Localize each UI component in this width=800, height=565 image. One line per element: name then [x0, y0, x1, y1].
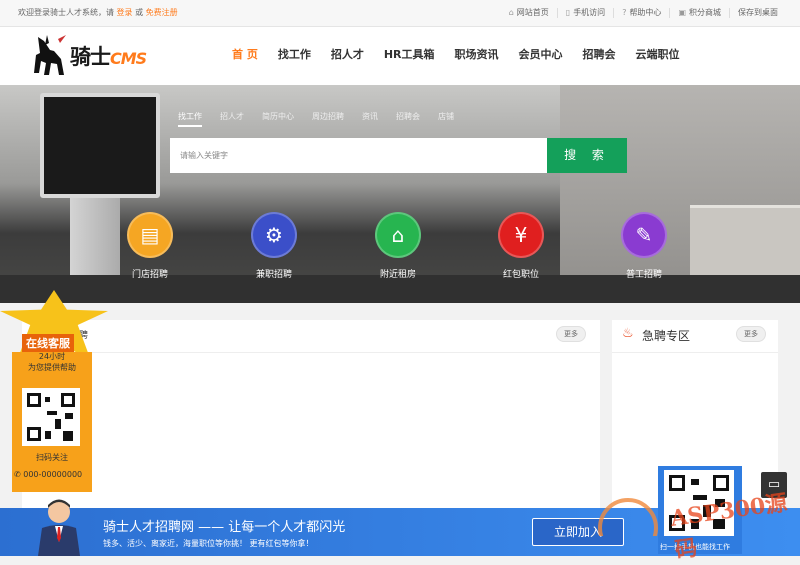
panel-divider — [22, 352, 600, 353]
courier-icon: ⚙ — [251, 212, 297, 258]
feature-red-packet-jobs[interactable]: ¥ 红包职位 — [481, 212, 561, 280]
top-bar: 欢迎登录骑士人才系统，请 登录 或 免费注册 ⌂ 网站首页 ▯ 手机访问 ? 帮助中心… — [0, 0, 800, 27]
service-hours: 24小时 为您提供帮助 — [12, 351, 92, 373]
service-phone[interactable]: ✆ 000-00000000 — [14, 470, 94, 479]
feature-label: 红包职位 — [502, 270, 539, 280]
top-links: ⌂ 网站首页 ▯ 手机访问 ? 帮助中心 ▣ 积分商城 保存到桌面 — [501, 0, 786, 18]
feature-nearby-rental[interactable]: ⌂ 附近租房 — [358, 212, 438, 280]
banner-headline: 骑士人才招聘网 —— 让每一个人才都闪光 — [103, 520, 346, 535]
knight-logo-icon — [34, 35, 66, 75]
search-tab-shop[interactable]: 店铺 — [438, 111, 454, 127]
top-link-mobile[interactable]: ▯ 手机访问 — [556, 8, 613, 18]
businessman-icon — [38, 499, 80, 556]
search-tabs: 找工作 招人才 简历中心 周边招聘 资讯 招聘会 店铺 — [178, 111, 472, 127]
feature-label: 门店招聘 — [131, 270, 168, 280]
store-icon: ▤ — [127, 212, 173, 258]
search-tab-talent[interactable]: 招人才 — [220, 111, 244, 127]
help-icon: ? — [622, 8, 627, 17]
nav-cloud-jobs[interactable]: 云端职位 — [626, 27, 690, 85]
service-hours-text: 24小时 — [38, 352, 66, 361]
nav-career-news[interactable]: 职场资讯 — [445, 27, 509, 85]
nav-find-job[interactable]: 找工作 — [268, 27, 321, 85]
feature-label: 兼职招聘 — [255, 270, 292, 280]
nav-find-talent[interactable]: 招人才 — [321, 27, 374, 85]
phone-icon: ✆ — [14, 470, 24, 479]
register-link[interactable]: 免费注册 — [146, 8, 178, 17]
top-link-desktop[interactable]: 保存到桌面 — [729, 8, 786, 18]
home-icon: ⌂ — [508, 8, 514, 17]
nav-home[interactable]: 首 页 — [222, 27, 268, 85]
login-link[interactable]: 登录 — [117, 8, 133, 17]
fire-icon: ♨ — [622, 326, 634, 341]
feature-label: 普工招聘 — [625, 270, 662, 280]
nav-hr-toolbox[interactable]: HR工具箱 — [374, 27, 445, 85]
job-list-panel: 招聘 更多 — [22, 320, 600, 508]
top-link-help[interactable]: ? 帮助中心 — [613, 8, 669, 18]
hero-banner: 找工作 招人才 简历中心 周边招聘 资讯 招聘会 店铺 请输入关键字 搜 索 ▤… — [0, 85, 800, 303]
feature-general-worker-jobs[interactable]: ✎ 普工招聘 — [604, 212, 684, 280]
top-link-mall[interactable]: ▣ 积分商城 — [669, 8, 729, 18]
site-logo[interactable]: 骑士CMS — [30, 33, 160, 79]
search-tab-nearby[interactable]: 周边招聘 — [312, 111, 344, 127]
search-tab-news[interactable]: 资讯 — [362, 111, 378, 127]
search-input[interactable]: 请输入关键字 — [170, 138, 548, 173]
nav-member-center[interactable]: 会员中心 — [509, 27, 573, 85]
house-icon: ⌂ — [375, 212, 421, 258]
logo-text: 骑士CMS — [70, 44, 147, 69]
site-header: 骑士CMS 首 页 找工作 招人才 HR工具箱 职场资讯 会员中心 招聘会 云端… — [0, 27, 800, 85]
welcome-text: 欢迎登录骑士人才系统，请 登录 或 免费注册 — [18, 0, 178, 26]
mobile-icon: ▯ — [565, 8, 571, 17]
urgent-jobs-title: 急聘专区 — [642, 329, 691, 343]
search-tab-fair[interactable]: 招聘会 — [396, 111, 420, 127]
search-tab-resume[interactable]: 简历中心 — [262, 111, 294, 127]
welcome-prefix: 欢迎登录骑士人才系统，请 — [18, 8, 114, 17]
service-qr-code — [22, 388, 80, 446]
banner-subline: 钱多、活少、离家近，海量职位等你挑！ 更有红包等你拿！ — [103, 539, 314, 548]
feature-store-jobs[interactable]: ▤ 门店招聘 — [110, 212, 190, 280]
mall-icon: ▣ — [678, 8, 686, 17]
worker-icon: ✎ — [621, 212, 667, 258]
nav-job-fair[interactable]: 招聘会 — [573, 27, 626, 85]
yen-icon: ¥ — [498, 212, 544, 258]
service-desc-text: 为您提供帮助 — [28, 363, 76, 372]
feature-label: 附近租房 — [379, 270, 416, 280]
scan-follow-text: 扫码关注 — [36, 453, 68, 462]
main-nav: 首 页 找工作 招人才 HR工具箱 职场资讯 会员中心 招聘会 云端职位 — [222, 27, 690, 85]
job-list-more-button[interactable]: 更多 — [556, 326, 586, 342]
urgent-jobs-more-button[interactable]: 更多 — [736, 326, 766, 342]
service-title: 在线客服 — [22, 334, 74, 352]
hero-background-monitor — [40, 93, 160, 198]
feature-part-time-jobs[interactable]: ⚙ 兼职招聘 — [234, 212, 314, 280]
search-tab-jobs[interactable]: 找工作 — [178, 111, 202, 127]
online-service-widget[interactable]: 在线客服 24小时 为您提供帮助 扫码关注 ✆ 000-00000000 — [0, 290, 108, 495]
panel-divider — [612, 352, 778, 353]
top-link-home[interactable]: ⌂ 网站首页 — [501, 8, 557, 18]
search-button[interactable]: 搜 索 — [547, 138, 627, 173]
or-text: 或 — [135, 8, 144, 17]
